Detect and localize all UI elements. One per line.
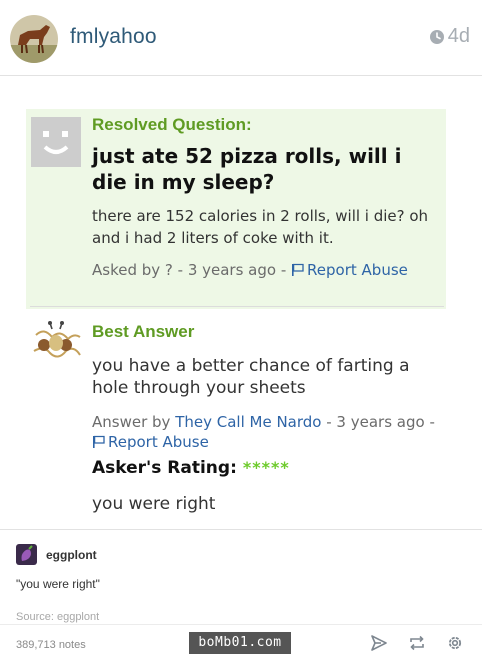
post-image: Resolved Question: just ate 52 pizza rol…	[0, 77, 482, 527]
clock-icon	[429, 29, 444, 44]
watermark: boMb01.com	[189, 632, 291, 654]
reblog-avatar[interactable]	[16, 544, 37, 565]
flag-icon	[292, 263, 304, 276]
post-username[interactable]: fmlyahoo	[70, 25, 157, 49]
reblog-icon[interactable]	[408, 634, 426, 652]
reblog-username[interactable]: eggplont	[46, 548, 97, 562]
notes-count[interactable]: 389,713 notes	[16, 639, 86, 651]
post-time: 4d	[429, 25, 470, 48]
horse-avatar-icon	[10, 15, 58, 63]
best-answer-label: Best Answer	[92, 322, 195, 341]
answer-meta: Answer by They Call Me Nardo - 3 years a…	[92, 412, 452, 452]
question-meta: Asked by ? - 3 years ago - Report Abuse	[92, 261, 408, 279]
divider	[0, 529, 482, 530]
post-actions	[370, 634, 464, 652]
rating-stars: *****	[242, 458, 290, 477]
divider	[30, 306, 444, 307]
settings-gear-icon[interactable]	[446, 634, 464, 652]
post-source[interactable]: Source: eggplont	[16, 611, 99, 623]
resolved-question-label: Resolved Question:	[92, 115, 252, 134]
answer-time: - 3 years ago -	[326, 413, 435, 431]
answer-text: you have a better chance of farting a ho…	[92, 356, 410, 398]
report-abuse-link[interactable]: Report Abuse	[291, 261, 408, 279]
question-title: just ate 52 pizza rolls, will i die in m…	[92, 144, 402, 194]
default-avatar-icon	[31, 117, 81, 167]
post-time-label: 4d	[447, 25, 470, 47]
eggplant-avatar-icon	[16, 544, 37, 565]
post-header: fmlyahoo 4d	[0, 0, 482, 76]
answer-report-abuse-link[interactable]: Report Abuse	[92, 433, 209, 451]
answer-by: Answer by	[92, 413, 171, 431]
divider	[0, 624, 482, 625]
question-details: there are 152 calories in 2 rolls, will …	[92, 207, 429, 247]
reblog-comment: "you were right"	[16, 577, 100, 591]
flying-spaghetti-monster-icon	[30, 321, 82, 369]
asker-comment: you were right	[92, 494, 216, 514]
flag-icon	[93, 435, 105, 448]
share-icon[interactable]	[370, 634, 388, 652]
askers-rating: Asker's Rating: *****	[92, 458, 290, 478]
asked-by: Asked by ? - 3 years ago -	[92, 261, 287, 279]
avatar[interactable]	[10, 15, 58, 63]
answerer-link[interactable]: They Call Me Nardo	[175, 413, 321, 431]
rating-label: Asker's Rating:	[92, 458, 237, 478]
